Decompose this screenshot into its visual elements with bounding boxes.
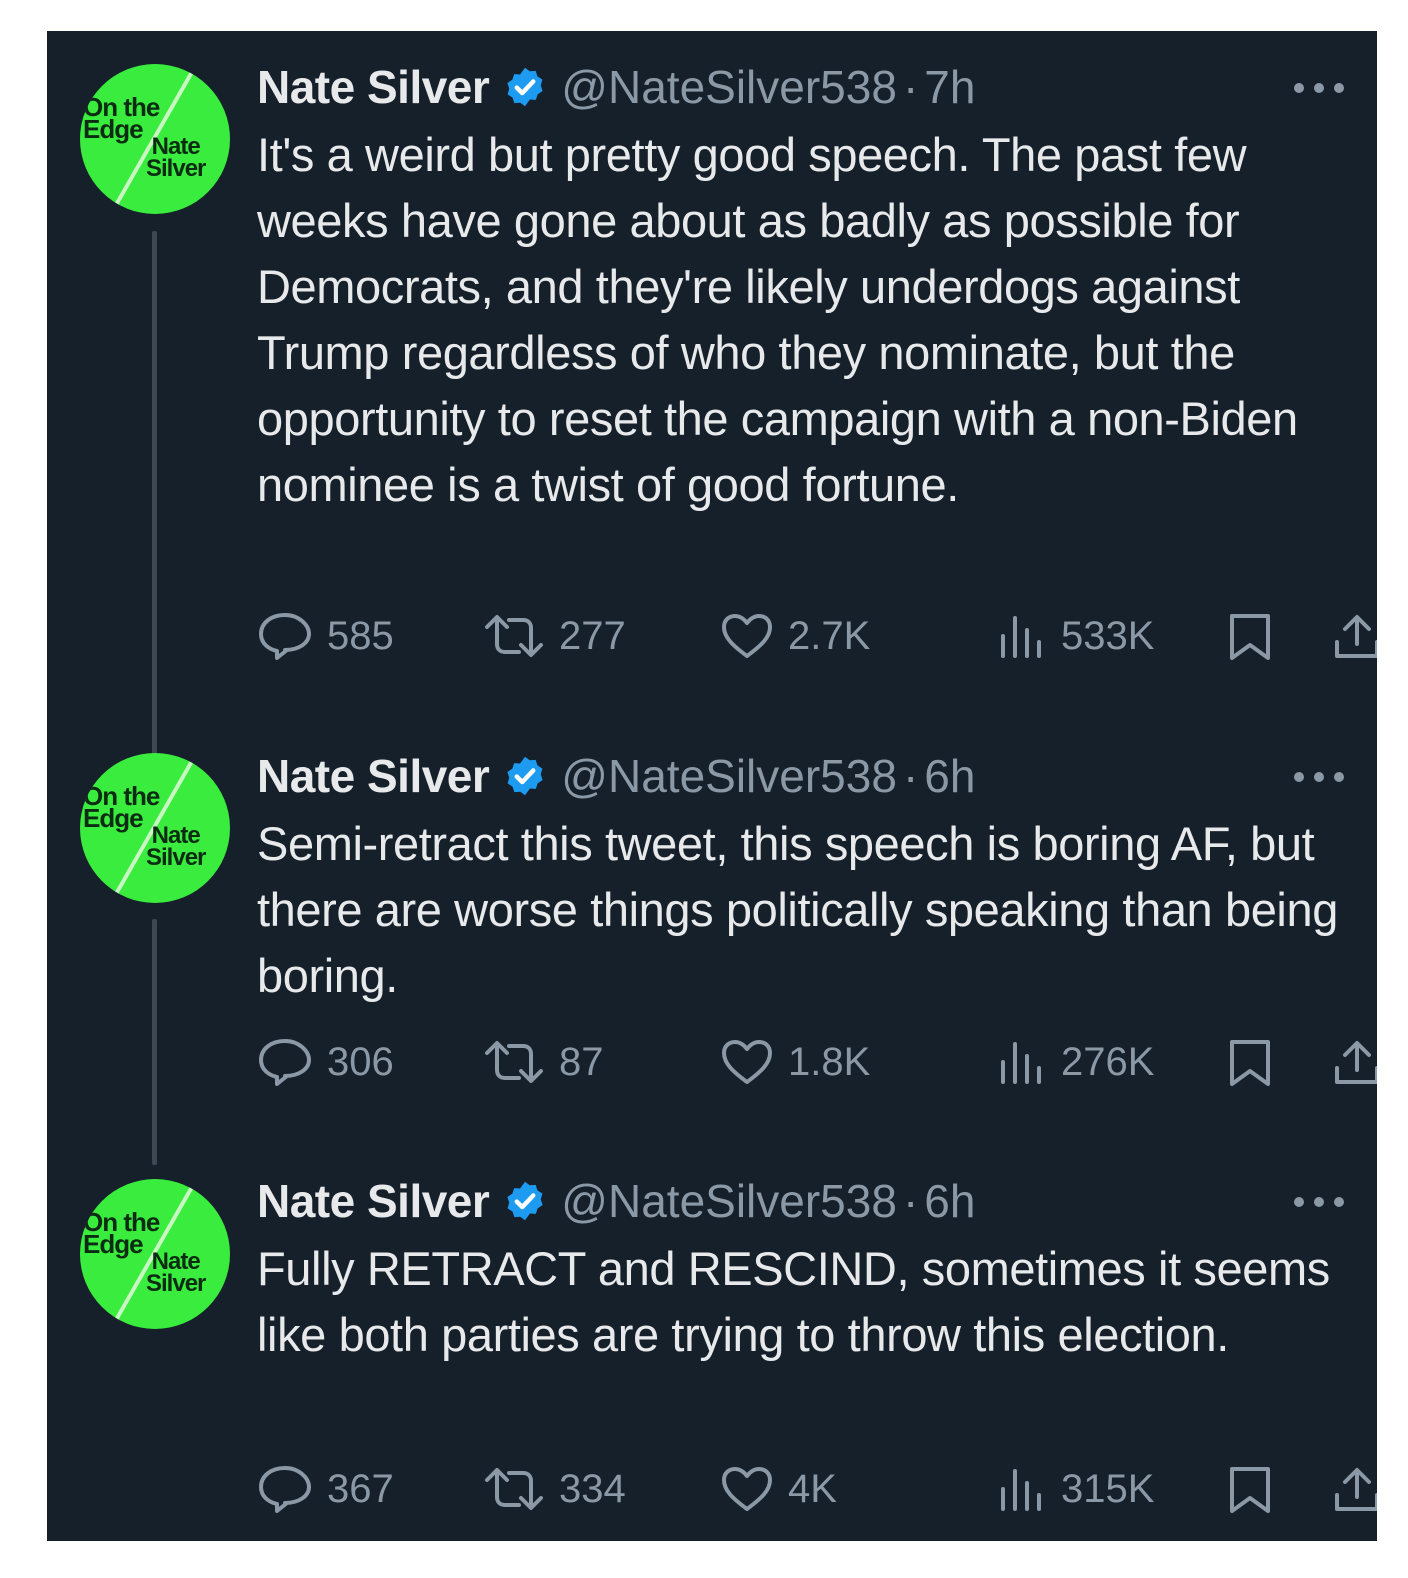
tweet-text: It's a weird but pretty good speech. The… [257,128,1298,511]
action-bar: 367 334 4K 315K [257,1459,1377,1519]
reply-icon [259,1039,311,1086]
repost-icon [485,1041,543,1083]
avatar[interactable]: On the Edge Nate Silver [80,1179,230,1329]
like-icon [722,1467,772,1511]
views-button[interactable]: 533K [997,606,1154,666]
tweet-text: Fully RETRACT and RESCIND, sometimes it … [257,1242,1330,1361]
reply-count: 306 [327,1039,394,1084]
author-handle[interactable]: @NateSilver538 [561,60,897,114]
repost-count: 87 [559,1039,604,1084]
views-icon [1001,1469,1041,1511]
repost-button[interactable]: 334 [483,1459,626,1519]
like-count: 4K [788,1466,837,1511]
view-count: 276K [1061,1039,1155,1084]
separator: · [902,1175,919,1227]
reply-button[interactable]: 585 [257,606,394,666]
action-bar: 306 87 1.8K 276K [257,1032,1377,1092]
share-icon[interactable] [1331,1465,1377,1515]
author-handle[interactable]: @NateSilver538 [561,1174,897,1228]
verified-badge-icon [507,1181,543,1221]
author-name[interactable]: Nate Silver [257,749,490,803]
timestamp[interactable]: 6h [924,749,975,803]
thread-line [152,231,157,769]
thread-line [152,919,157,1165]
action-bar: 585 277 2.7K 533K [257,606,1377,666]
like-icon [722,1040,772,1084]
repost-button[interactable]: 277 [483,606,626,666]
reply-count: 367 [327,1466,394,1511]
repost-count: 334 [559,1466,626,1511]
reply-button[interactable]: 367 [257,1459,394,1519]
bookmark-icon[interactable] [1227,1465,1273,1515]
views-icon [1001,1042,1041,1084]
views-button[interactable]: 276K [997,1032,1154,1092]
view-count: 533K [1061,613,1155,658]
bookmark-icon[interactable] [1227,612,1273,662]
reply-icon [259,613,311,660]
repost-icon [485,1468,543,1510]
views-icon [1001,616,1041,658]
like-button[interactable]: 4K [720,1459,837,1519]
separator: · [902,61,919,113]
reply-count: 585 [327,613,394,658]
repost-icon [485,615,543,657]
avatar[interactable]: On the Edge Nate Silver [80,753,230,903]
verified-badge-icon [507,756,543,796]
verified-badge-icon [507,67,543,107]
separator: · [902,750,919,802]
bookmark-icon[interactable] [1227,1038,1273,1088]
author-handle[interactable]: @NateSilver538 [561,749,897,803]
more-icon[interactable] [1291,1192,1347,1212]
more-icon[interactable] [1291,767,1347,787]
author-name[interactable]: Nate Silver [257,60,490,114]
thread-panel: On the Edge Nate Silver Nate Silver @NateS… [47,31,1377,1541]
timestamp[interactable]: 7h [924,60,975,114]
repost-button[interactable]: 87 [483,1032,604,1092]
like-button[interactable]: 2.7K [720,606,870,666]
timestamp[interactable]: 6h [924,1174,975,1228]
views-button[interactable]: 315K [997,1459,1154,1519]
view-count: 315K [1061,1466,1155,1511]
tweet-text: Semi-retract this tweet, this speech is … [257,817,1338,1002]
like-icon [722,614,772,658]
like-count: 2.7K [788,613,871,658]
share-icon[interactable] [1331,1038,1377,1088]
like-count: 1.8K [788,1039,871,1084]
reply-icon [259,1466,311,1513]
like-button[interactable]: 1.8K [720,1032,870,1092]
share-icon[interactable] [1331,612,1377,662]
avatar[interactable]: On the Edge Nate Silver [80,64,230,214]
repost-count: 277 [559,613,626,658]
reply-button[interactable]: 306 [257,1032,394,1092]
more-icon[interactable] [1291,78,1347,98]
author-name[interactable]: Nate Silver [257,1174,490,1228]
